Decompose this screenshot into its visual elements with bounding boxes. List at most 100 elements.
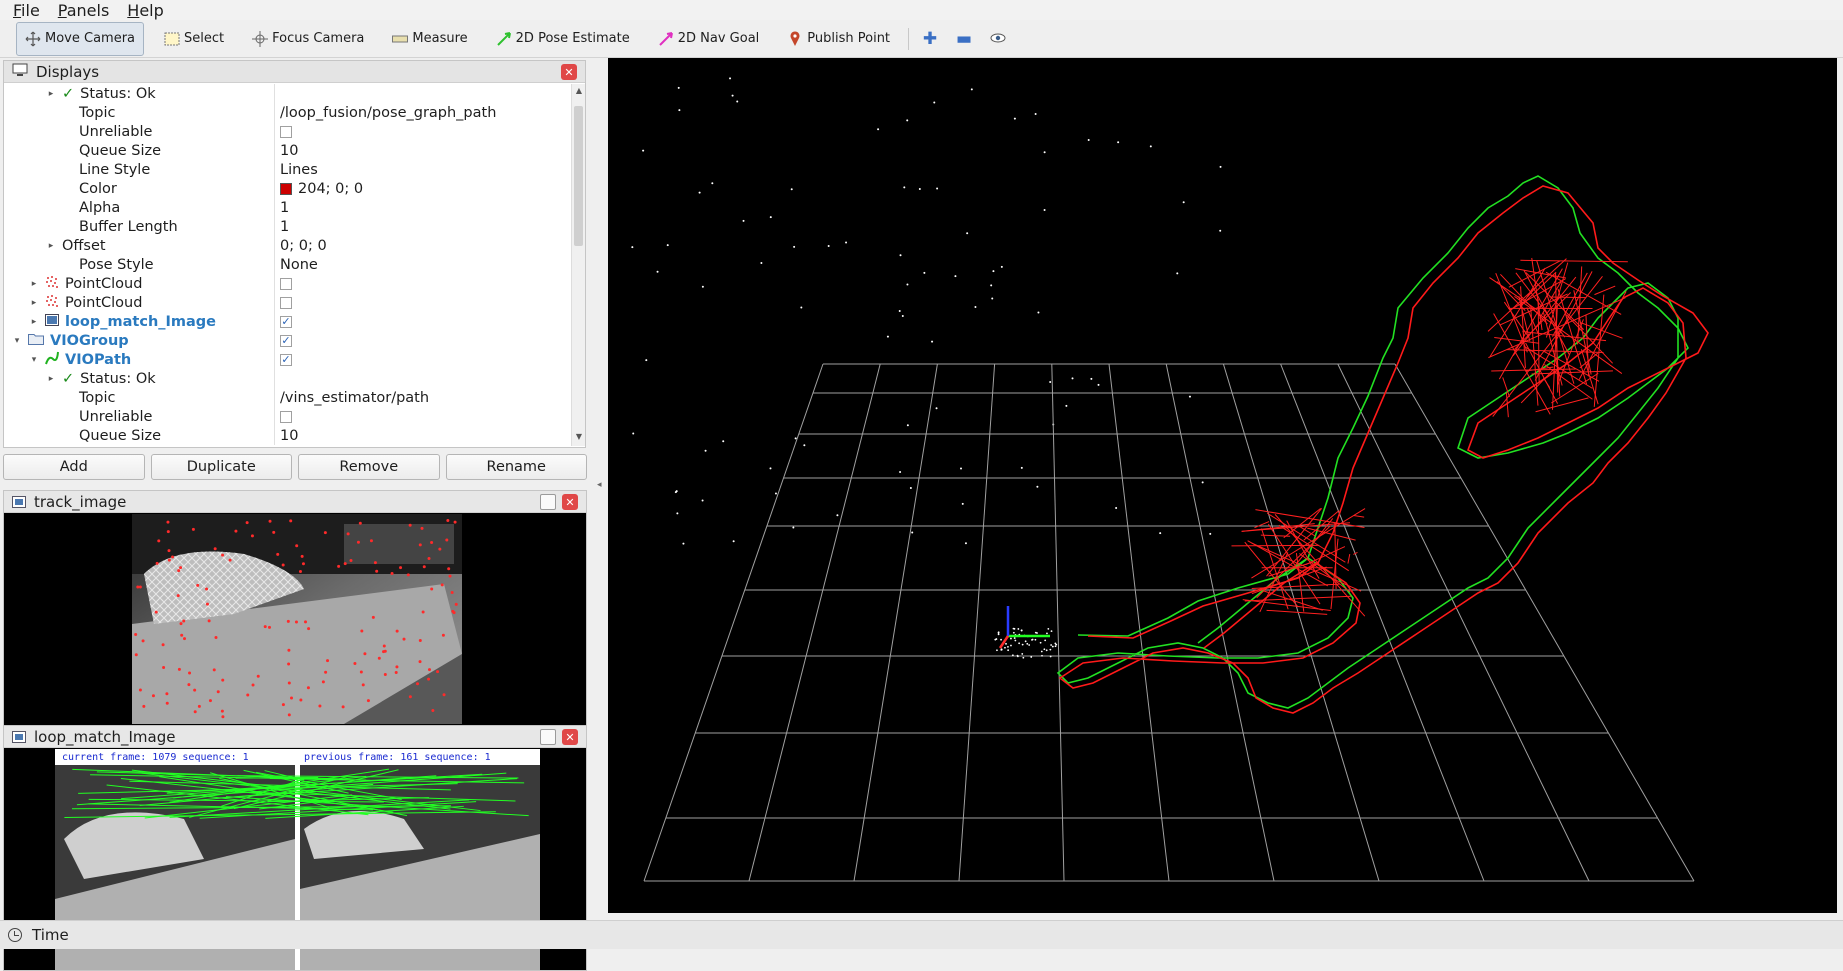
display-row-value[interactable]: /vins_estimator/path (280, 390, 429, 406)
pink-arrow-icon (658, 31, 674, 47)
display-row-value[interactable]: 10 (280, 143, 298, 159)
scroll-up-icon[interactable]: ▲ (572, 86, 586, 98)
display-row-value[interactable]: None (280, 257, 318, 273)
scroll-down-icon[interactable]: ▼ (572, 432, 586, 444)
display-row[interactable]: ▸PointCloud (4, 293, 570, 312)
duplicate-button[interactable]: Duplicate (151, 454, 293, 480)
publish-point-tool[interactable]: Publish Point (779, 22, 898, 56)
display-row-value[interactable]: 1 (280, 200, 289, 216)
pose-estimate-tool[interactable]: 2D Pose Estimate (488, 22, 638, 56)
display-row[interactable]: Queue Size10 (4, 426, 570, 445)
measure-label: Measure (412, 31, 467, 46)
display-row[interactable]: ▸✓Status: Ok (4, 84, 570, 103)
display-row-value[interactable]: 204; 0; 0 (280, 181, 363, 197)
splitter-handle[interactable]: ◂ (597, 480, 602, 490)
map-point (1025, 640, 1027, 642)
display-row[interactable]: ▾VIOPath✓ (4, 350, 570, 369)
display-row[interactable]: Unreliable (4, 407, 570, 426)
map-point (1052, 646, 1054, 648)
display-row-name: Queue Size (63, 143, 161, 159)
float-loop-match-button[interactable] (540, 729, 556, 745)
nav-goal-tool[interactable]: 2D Nav Goal (650, 22, 768, 56)
close-displays-button[interactable]: ✕ (561, 64, 577, 80)
feature-point (162, 666, 165, 669)
checkbox[interactable]: ✓ (280, 316, 292, 328)
display-row-value[interactable]: ✓ (280, 335, 292, 347)
expand-arrow-icon[interactable]: ▸ (29, 298, 39, 308)
collapse-arrow-icon[interactable]: ▾ (29, 355, 39, 365)
scrollbar-thumb[interactable] (574, 106, 583, 246)
remove-tool-button[interactable]: ▬ (951, 27, 977, 51)
feature-point (139, 689, 142, 692)
display-row[interactable]: Topic/loop_fusion/pose_graph_path (4, 103, 570, 122)
display-row[interactable]: Line StyleLines (4, 160, 570, 179)
expand-arrow-icon[interactable]: ▸ (46, 89, 56, 99)
loop-match-title-bar: loop_match_Image ✕ (4, 726, 586, 748)
render-3d-view[interactable] (608, 58, 1837, 913)
map-point (1049, 649, 1051, 651)
expand-arrow-icon[interactable]: ▸ (29, 317, 39, 327)
feature-point (353, 662, 356, 665)
feature-point (246, 694, 249, 697)
focus-camera-tool[interactable]: Focus Camera (244, 22, 372, 56)
display-row-value[interactable]: ✓ (280, 316, 292, 328)
map-point (1183, 201, 1185, 203)
map-point (1049, 381, 1051, 383)
move-camera-tool[interactable]: Move Camera (16, 22, 144, 56)
color-swatch[interactable] (280, 183, 292, 195)
map-point (803, 444, 805, 446)
add-tool-button[interactable]: ✚ (917, 27, 943, 51)
map-point (1047, 628, 1049, 630)
display-row[interactable]: Buffer Length1 (4, 217, 570, 236)
menu-file[interactable]: File (13, 1, 40, 20)
display-row-value[interactable] (280, 297, 292, 309)
display-row-value[interactable] (280, 411, 292, 423)
display-row[interactable]: ▸loop_match_Image✓ (4, 312, 570, 331)
display-row-value[interactable]: Lines (280, 162, 318, 178)
display-row[interactable]: ▾VIOGroup✓ (4, 331, 570, 350)
expand-arrow-icon[interactable]: ▸ (29, 279, 39, 289)
display-row-value[interactable]: 1 (280, 219, 289, 235)
display-row[interactable]: Unreliable (4, 122, 570, 141)
match-line (236, 778, 319, 779)
close-loop-match-button[interactable]: ✕ (562, 729, 578, 745)
menu-help[interactable]: Help (127, 1, 163, 20)
display-row[interactable]: ▸PointCloud (4, 274, 570, 293)
display-row-value[interactable]: ✓ (280, 354, 292, 366)
display-row-value[interactable]: 10 (280, 428, 298, 444)
close-track-image-button[interactable]: ✕ (562, 494, 578, 510)
display-row-value[interactable]: /loop_fusion/pose_graph_path (280, 105, 496, 121)
checkbox[interactable]: ✓ (280, 354, 292, 366)
displays-scrollbar[interactable]: ▲ ▼ (571, 84, 585, 446)
display-row[interactable]: Color204; 0; 0 (4, 179, 570, 198)
add-button[interactable]: Add (3, 454, 145, 480)
view-options-button[interactable] (985, 27, 1011, 51)
checkbox[interactable] (280, 297, 292, 309)
display-row[interactable]: Topic/vins_estimator/path (4, 388, 570, 407)
map-point (632, 432, 634, 434)
display-row[interactable]: Queue Size 10 (4, 141, 570, 160)
float-track-image-button[interactable] (540, 494, 556, 510)
select-tool[interactable]: Select (156, 22, 232, 56)
rename-button[interactable]: Rename (446, 454, 588, 480)
display-row[interactable]: ▸✓Status: Ok (4, 369, 570, 388)
feature-point (344, 562, 347, 565)
display-row-value[interactable] (280, 126, 292, 138)
display-row-value[interactable] (280, 278, 292, 290)
collapse-arrow-icon[interactable]: ▾ (12, 336, 22, 346)
display-row[interactable]: ▸Offset0; 0; 0 (4, 236, 570, 255)
display-row-value[interactable]: 0; 0; 0 (280, 238, 327, 254)
feature-point (384, 673, 387, 676)
display-row[interactable]: Alpha1 (4, 198, 570, 217)
expand-arrow-icon[interactable]: ▸ (46, 241, 56, 251)
expand-arrow-icon[interactable]: ▸ (46, 374, 56, 384)
remove-button[interactable]: Remove (298, 454, 440, 480)
measure-tool[interactable]: Measure (384, 22, 475, 56)
map-point (887, 336, 889, 338)
checkbox[interactable] (280, 126, 292, 138)
checkbox[interactable] (280, 278, 292, 290)
checkbox[interactable]: ✓ (280, 335, 292, 347)
menu-panels[interactable]: Panels (58, 1, 110, 20)
display-row[interactable]: Pose StyleNone (4, 255, 570, 274)
checkbox[interactable] (280, 411, 292, 423)
